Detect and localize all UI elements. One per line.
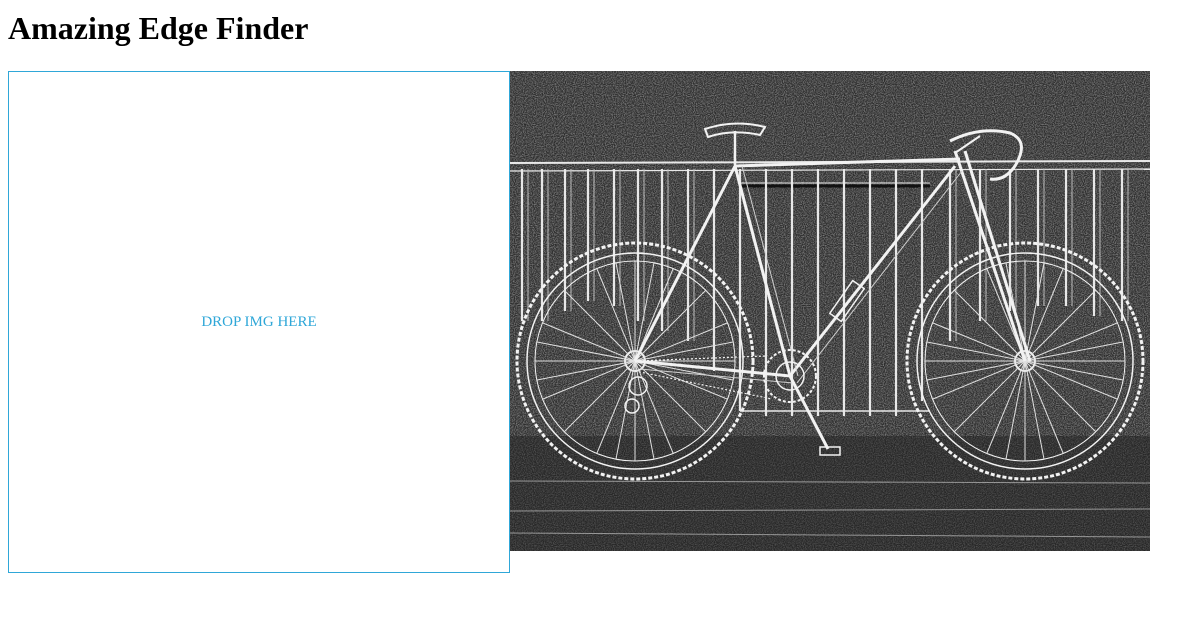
image-drop-zone[interactable]: DROP IMG HERE: [8, 71, 510, 573]
drop-zone-label: DROP IMG HERE: [201, 313, 317, 330]
page-title: Amazing Edge Finder: [8, 10, 309, 46]
edge-detected-image: [510, 71, 1150, 551]
